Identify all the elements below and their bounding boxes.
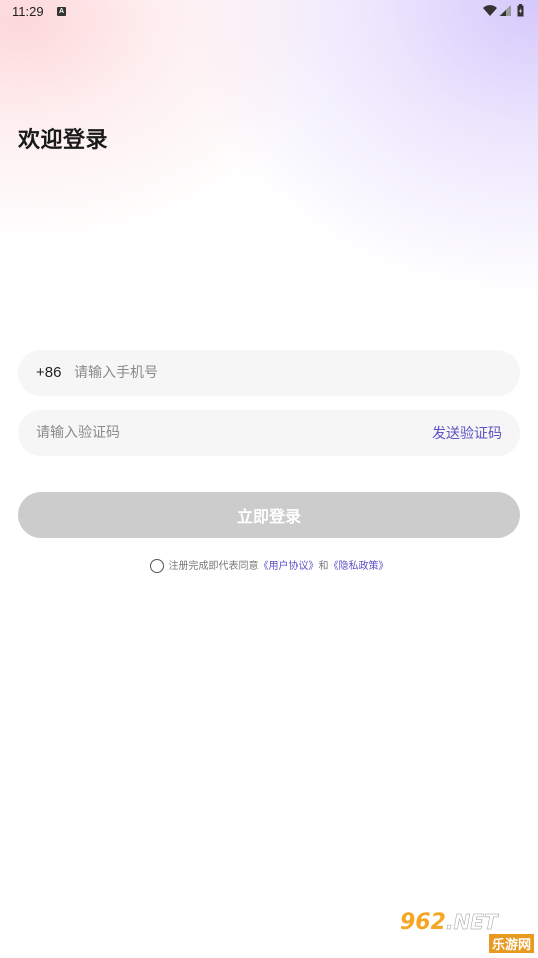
user-agreement-link[interactable]: 《用户协议》 [259,561,319,572]
status-bar: 11:29 A [0,0,538,24]
watermark-text: 962.NET [400,910,498,935]
watermark-logo: 962.NET 乐游网 [400,910,534,954]
signal-icon [499,5,511,16]
agreement-conjunction: 和 [318,561,329,572]
notification-icon: A [57,7,66,16]
privacy-policy-link[interactable]: 《隐私政策》 [329,561,389,572]
agree-checkbox[interactable] [149,559,164,573]
phone-field[interactable]: +86 [18,350,520,396]
page-title: 欢迎登录 [18,128,109,153]
verification-code-field[interactable]: 发送验证码 [18,410,520,456]
watermark-subtext: 乐游网 [488,934,534,953]
battery-icon [517,4,524,17]
agreement-text: 注册完成即代表同意 [168,561,259,572]
status-time: 11:29 [12,4,44,19]
agreement-row: 注册完成即代表同意《用户协议》和《隐私政策》 [0,557,538,573]
send-code-button[interactable]: 发送验证码 [432,423,502,443]
wifi-icon [483,5,497,16]
verification-code-input[interactable] [36,410,416,456]
phone-input[interactable] [74,350,494,396]
login-button[interactable]: 立即登录 [18,492,520,538]
country-code[interactable]: +86 [36,364,61,381]
